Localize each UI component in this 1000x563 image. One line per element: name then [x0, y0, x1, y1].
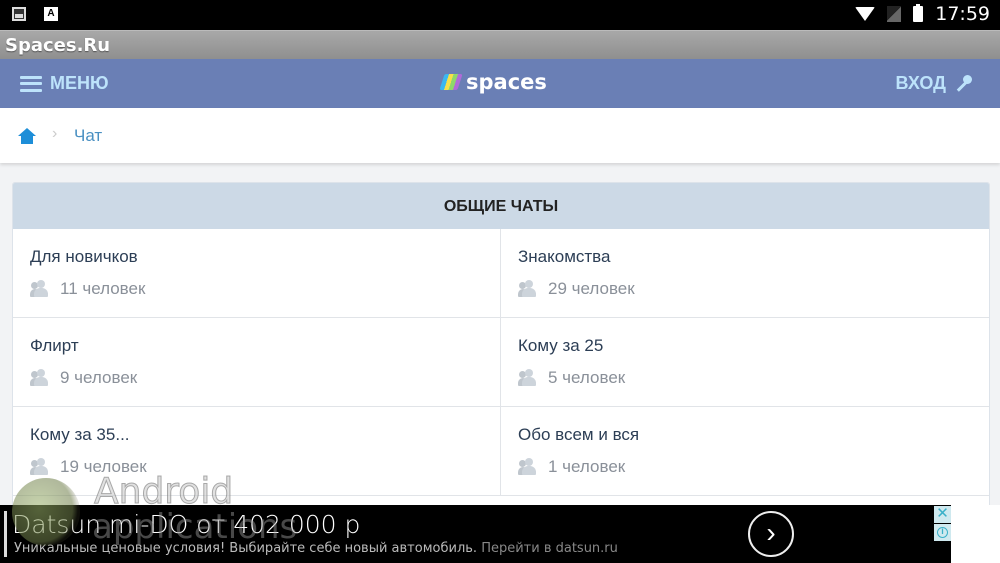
- breadcrumb-current[interactable]: Чат: [74, 126, 102, 146]
- clock: 17:59: [935, 3, 990, 25]
- chat-item[interactable]: Флирт 9 человек: [13, 318, 501, 407]
- ad-description: Уникальные ценовые условия! Выбирайте се…: [14, 541, 478, 556]
- chat-member-count: 9 человек: [60, 368, 138, 387]
- people-icon: [518, 458, 538, 476]
- top-navbar: МЕНЮ spaces ВХОД: [0, 59, 1000, 108]
- chat-name: Обо всем и вся: [518, 425, 640, 444]
- spaces-logo[interactable]: spaces: [439, 70, 547, 94]
- chat-grid: Для новичков 11 человек Знакомства 29 че…: [13, 229, 989, 496]
- chat-name: Кому за 25: [518, 336, 604, 355]
- ad-title[interactable]: Datsun mi-DO от 402 000 р: [12, 510, 360, 539]
- people-icon: [30, 280, 50, 298]
- chat-name: Кому за 35...: [30, 425, 130, 444]
- ad-subtitle: Уникальные ценовые условия! Выбирайте се…: [14, 541, 618, 556]
- ad-link[interactable]: Перейти в datsun.ru: [481, 541, 618, 556]
- chat-member-count: 11 человек: [60, 279, 146, 298]
- window-titlebar: Spaces.Ru: [0, 30, 1000, 60]
- ad-banner[interactable]: Datsun mi-DO от 402 000 р Уникальные цен…: [0, 505, 951, 563]
- chat-item[interactable]: Знакомства 29 человек: [501, 229, 989, 318]
- menu-button[interactable]: МЕНЮ: [20, 73, 109, 94]
- no-sim-icon: [887, 6, 902, 22]
- chat-member-count: 5 человек: [548, 368, 626, 387]
- menu-label: МЕНЮ: [50, 73, 109, 93]
- window-title: Spaces.Ru: [5, 35, 111, 56]
- ad-side-area: [951, 505, 1000, 563]
- login-button[interactable]: ВХОД: [896, 73, 972, 94]
- breadcrumb-separator-icon: ›: [52, 125, 58, 142]
- spaces-logo-icon: [439, 74, 463, 90]
- chat-member-count: 1 человек: [548, 457, 626, 476]
- breadcrumb: › Чат: [0, 108, 1000, 163]
- chat-name: Флирт: [30, 336, 79, 355]
- ad-go-button[interactable]: ›: [748, 511, 794, 557]
- chat-name: Знакомства: [518, 247, 611, 266]
- battery-charging-icon: [913, 4, 924, 22]
- chat-item[interactable]: Кому за 35... 19 человек: [13, 407, 501, 496]
- text-notification-icon: A: [44, 7, 58, 21]
- key-icon: [954, 74, 972, 93]
- ad-accent-bar: [4, 511, 7, 557]
- status-bar: A 17:59: [0, 0, 1000, 30]
- login-label: ВХОД: [895, 73, 946, 93]
- chat-member-count: 29 человек: [548, 279, 635, 298]
- people-icon: [30, 458, 50, 476]
- wifi-icon: [855, 7, 876, 21]
- chat-name: Для новичков: [30, 247, 138, 266]
- chat-member-count: 19 человек: [60, 457, 147, 476]
- chat-item[interactable]: Обо всем и вся 1 человек: [501, 407, 989, 496]
- home-icon[interactable]: [18, 128, 36, 144]
- section-title: ОБЩИЕ ЧАТЫ: [13, 183, 989, 229]
- ad-close-icon[interactable]: ✕: [934, 506, 951, 523]
- chat-item[interactable]: Для новичков 11 человек: [13, 229, 501, 318]
- chat-item[interactable]: Кому за 25 5 человек: [501, 318, 989, 407]
- people-icon: [518, 280, 538, 298]
- common-chats-card: ОБЩИЕ ЧАТЫ Для новичков 11 человек Знако…: [12, 182, 990, 524]
- logo-text: spaces: [466, 70, 547, 94]
- image-notification-icon: [12, 7, 26, 21]
- ad-info-icon[interactable]: [934, 524, 951, 541]
- people-icon: [30, 369, 50, 387]
- hamburger-icon: [20, 75, 42, 92]
- people-icon: [518, 369, 538, 387]
